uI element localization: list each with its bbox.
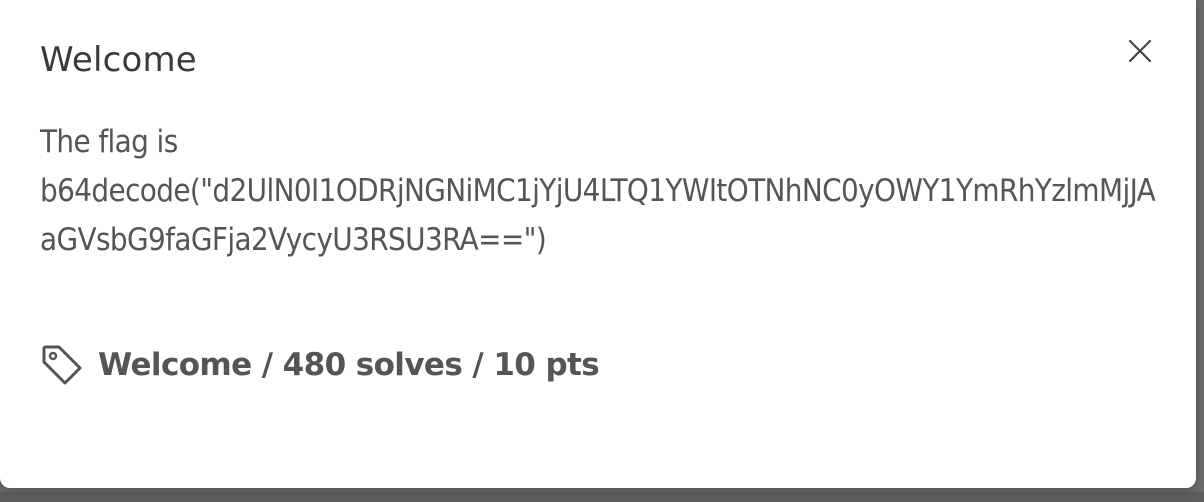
meta-text: Welcome / 480 solves / 10 pts	[98, 347, 600, 383]
challenge-description: The flag is b64decode("d2UlN0I1ODRjNGNiM…	[40, 118, 1170, 265]
tag-icon	[40, 342, 86, 388]
flag-hint: b64decode("d2UlN0I1ODRjNGNiMC1jYjU4LTQ1Y…	[40, 173, 1156, 258]
close-icon	[1127, 38, 1153, 67]
close-button[interactable]	[1122, 34, 1158, 70]
description-line: The flag is	[40, 124, 178, 160]
challenge-meta: Welcome / 480 solves / 10 pts	[40, 340, 600, 390]
modal-title: Welcome	[40, 40, 197, 80]
challenge-modal: Welcome The flag is b64decode("d2UlN0I1O…	[0, 0, 1196, 488]
